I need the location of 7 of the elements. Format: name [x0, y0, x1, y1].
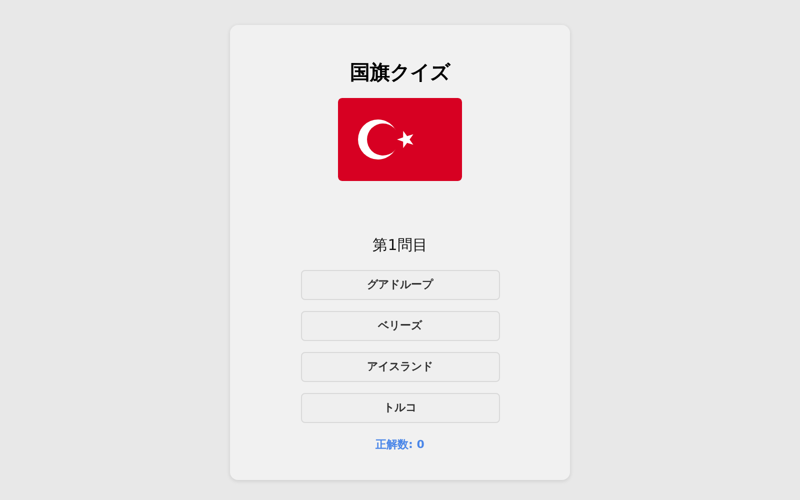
- score-text: 正解数: 0: [376, 437, 424, 453]
- answer-option-button[interactable]: トルコ: [300, 393, 500, 423]
- answer-option-button[interactable]: ベリーズ: [300, 311, 500, 341]
- answer-option-button[interactable]: グアドループ: [300, 270, 500, 300]
- question-number: 第1問目: [372, 235, 428, 256]
- quiz-title: 国旗クイズ: [350, 59, 450, 86]
- answer-option-button[interactable]: アイスランド: [300, 352, 500, 382]
